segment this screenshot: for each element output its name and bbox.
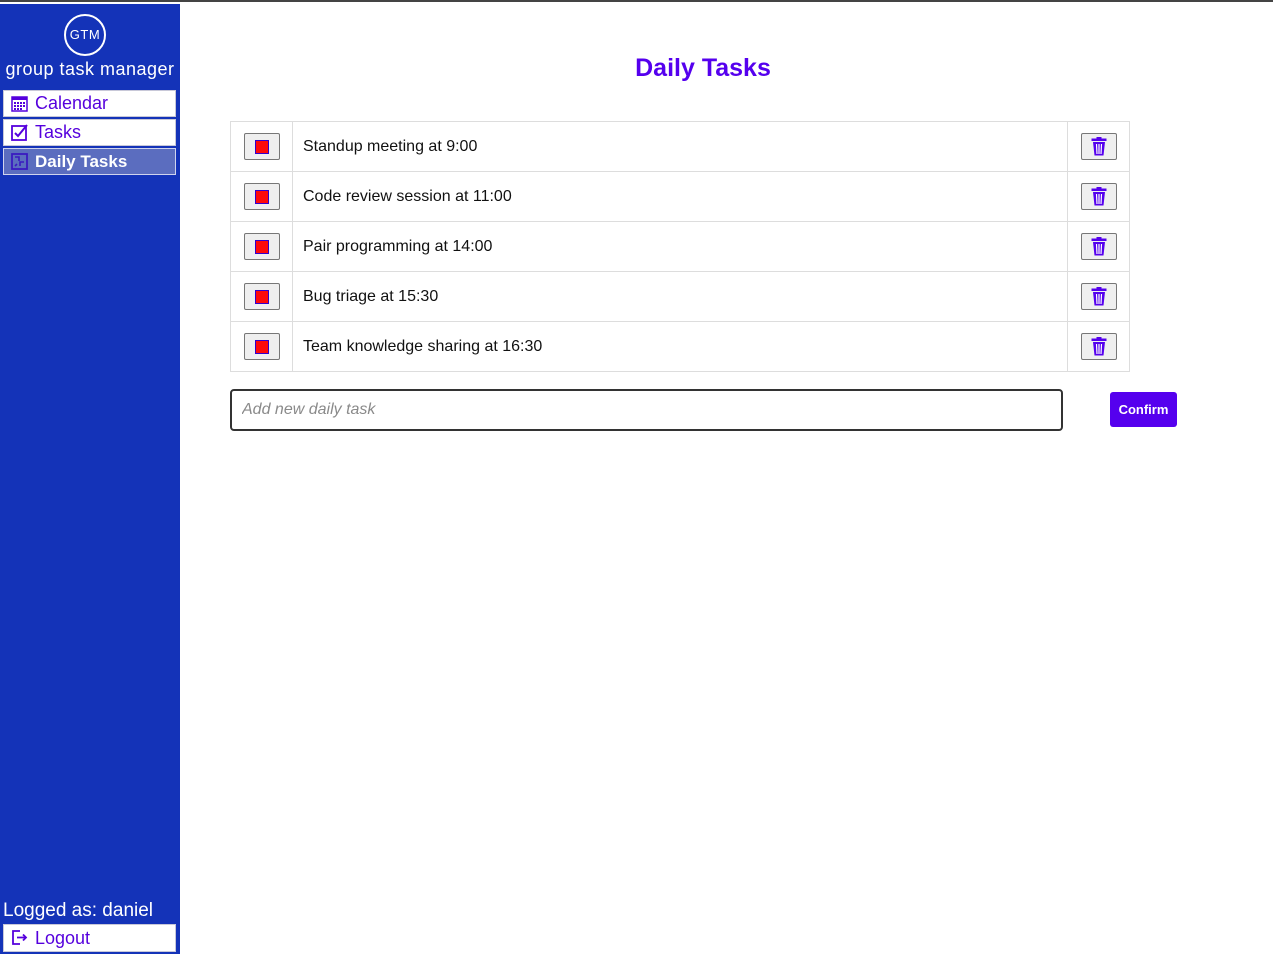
status-box-icon (254, 139, 269, 154)
status-box-icon (254, 239, 269, 254)
logout-label: Logout (35, 927, 91, 948)
sidebar-item-daily-tasks[interactable]: Daily Tasks (3, 148, 176, 175)
checkbox-icon (11, 123, 29, 142)
task-text: Standup meeting at 9:00 (292, 121, 1068, 172)
task-status-toggle[interactable] (243, 283, 280, 310)
task-text: Team knowledge sharing at 16:30 (292, 321, 1068, 372)
trash-icon (1091, 287, 1106, 306)
task-text: Bug triage at 15:30 (292, 271, 1068, 322)
logo: GTM group task manager (0, 12, 180, 84)
table-row: Pair programming at 14:00 (230, 221, 1130, 272)
delete-task-button[interactable] (1080, 133, 1117, 160)
page-title: Daily Tasks (635, 54, 771, 82)
sidebar-item-calendar[interactable]: Calendar (3, 90, 176, 117)
status-box-icon (254, 189, 269, 204)
logout-icon (11, 929, 29, 947)
task-status-toggle[interactable] (243, 233, 280, 260)
task-status-toggle[interactable] (243, 333, 280, 360)
logo-text: group task manager (5, 59, 175, 79)
sidebar-item-label: Tasks (35, 122, 82, 142)
trash-icon (1091, 337, 1106, 356)
sidebar-item-label: Calendar (35, 93, 109, 113)
delete-task-button[interactable] (1080, 283, 1117, 310)
sidebar-nav: Calendar Tasks Daily Tasks (3, 90, 176, 177)
trash-icon (1091, 137, 1106, 156)
trash-icon (1091, 237, 1106, 256)
task-text: Pair programming at 14:00 (292, 221, 1068, 272)
delete-task-button[interactable] (1080, 333, 1117, 360)
table-row: Team knowledge sharing at 16:30 (230, 321, 1130, 372)
table-row: Code review session at 11:00 (230, 171, 1130, 222)
sidebar-item-tasks[interactable]: Tasks (3, 119, 176, 146)
task-status-toggle[interactable] (243, 133, 280, 160)
trash-icon (1091, 187, 1106, 206)
confirm-button[interactable]: Confirm (1110, 392, 1177, 427)
delete-task-button[interactable] (1080, 233, 1117, 260)
logout-button[interactable]: Logout (3, 924, 176, 952)
logo-emblem: GTM (64, 14, 106, 56)
table-row: Standup meeting at 9:00 (230, 121, 1130, 172)
status-box-icon (254, 289, 269, 304)
calendar-icon (11, 95, 29, 113)
new-daily-task-input[interactable] (230, 389, 1063, 431)
daily-icon (11, 152, 29, 171)
status-box-icon (254, 339, 269, 354)
table-row: Bug triage at 15:30 (230, 271, 1130, 322)
sidebar-item-label: Daily Tasks (35, 151, 128, 171)
delete-task-button[interactable] (1080, 183, 1117, 210)
daily-tasks-table: Standup meeting at 9:00 Code review sess… (230, 121, 1130, 372)
task-text: Code review session at 11:00 (292, 171, 1068, 222)
sidebar: GTM group task manager Calendar Tasks Da… (0, 4, 180, 954)
logged-user-text: Logged as: daniel (3, 900, 154, 921)
task-status-toggle[interactable] (243, 183, 280, 210)
